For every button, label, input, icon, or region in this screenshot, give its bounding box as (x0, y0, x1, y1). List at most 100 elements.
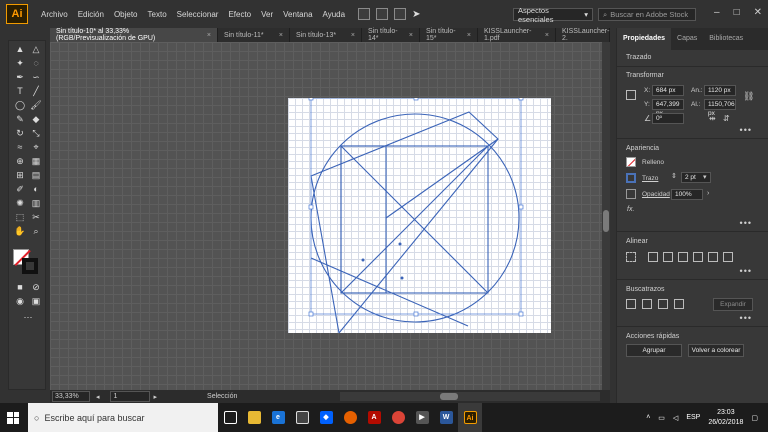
taskbar-app-explorer[interactable] (242, 403, 266, 432)
opacity-field[interactable]: 100% (671, 189, 703, 200)
task-view-button[interactable] (218, 403, 242, 432)
width-tool-icon[interactable]: ≈ (13, 141, 27, 153)
taskbar-app-word[interactable]: W (434, 403, 458, 432)
group-button[interactable]: Agrupar (626, 344, 682, 357)
taskbar-app-edge[interactable]: e (266, 403, 290, 432)
taskbar-app-store[interactable] (290, 403, 314, 432)
tab-capas[interactable]: Capas (671, 28, 703, 50)
perspective-grid-icon[interactable]: ▦ (29, 155, 43, 167)
close-icon[interactable]: × (207, 32, 211, 39)
arrange-documents-icon[interactable] (376, 8, 389, 20)
maximize-icon[interactable]: □ (734, 7, 740, 18)
y-position-field[interactable]: 647,399 px (652, 99, 684, 117)
flip-horizontal-icon[interactable]: ⇹ (709, 114, 716, 123)
hand-tool-icon[interactable]: ✋ (13, 225, 27, 237)
minus-front-icon[interactable] (642, 299, 652, 309)
workspace-dropdown[interactable]: Aspectos esenciales ▾ (513, 6, 593, 24)
send-icon[interactable]: ➤ (412, 9, 420, 20)
more-options-icon[interactable]: ••• (740, 218, 752, 228)
scroll-thumb[interactable] (440, 393, 458, 400)
next-artboard-icon[interactable]: ▸ (154, 393, 158, 401)
chevron-up-icon[interactable]: ˄ (646, 414, 650, 421)
selection-tool-icon[interactable]: ▲ (13, 43, 27, 55)
more-options-icon[interactable]: ••• (740, 125, 752, 135)
align-top-icon[interactable] (693, 252, 703, 262)
symbol-sprayer-icon[interactable]: ✺ (13, 197, 27, 209)
close-icon[interactable]: × (545, 32, 549, 39)
lasso-icon[interactable]: ◌ (29, 57, 43, 69)
input-language[interactable]: ESP (686, 414, 700, 421)
scale-tool-icon[interactable]: ⤡ (29, 127, 43, 139)
close-icon[interactable]: ✕ (754, 7, 762, 18)
canvas-pasteboard[interactable] (50, 42, 610, 390)
menu-ayuda[interactable]: Ayuda (318, 10, 351, 19)
draw-mode-icon[interactable]: ◉ (13, 295, 27, 307)
shaper-tool-icon[interactable]: ✎ (13, 113, 27, 125)
height-field[interactable]: 1150,706 px (704, 99, 736, 117)
more-options-icon[interactable]: ••• (740, 266, 752, 276)
taskbar-search-input[interactable]: ○ Escribe aquí para buscar (28, 403, 218, 432)
align-to-selection-icon[interactable] (626, 252, 636, 262)
network-icon[interactable]: ▭ (658, 414, 665, 422)
curvature-tool-icon[interactable]: ∽ (29, 71, 43, 83)
workspace-switch-icon[interactable] (394, 8, 407, 20)
artboard-tool-icon[interactable]: ⬚ (13, 211, 27, 223)
fx-icon[interactable]: fx. (627, 206, 634, 213)
ellipse-tool-icon[interactable]: ◯ (13, 99, 27, 111)
align-center-horizontal-icon[interactable] (663, 252, 673, 262)
horizontal-scrollbar[interactable] (340, 392, 600, 401)
tab-bibliotecas[interactable]: Bibliotecas (703, 28, 749, 50)
gradient-tool-icon[interactable]: ▤ (29, 169, 43, 181)
width-field[interactable]: 1120 px (704, 85, 736, 96)
tab-kisslauncher-1[interactable]: KISSLauncher-1.pdf × (478, 28, 556, 42)
pen-tool-icon[interactable]: ✒ (13, 71, 27, 83)
menu-archivo[interactable]: Archivo (36, 10, 73, 19)
screen-mode-icon[interactable]: ▣ (29, 295, 43, 307)
fill-swatch-icon[interactable] (626, 157, 636, 167)
menu-texto[interactable]: Texto (143, 10, 172, 19)
align-left-icon[interactable] (648, 252, 658, 262)
menu-ventana[interactable]: Ventana (278, 10, 317, 19)
slice-tool-icon[interactable]: ✂ (29, 211, 43, 223)
artboard[interactable] (288, 98, 551, 333)
align-bottom-icon[interactable] (723, 252, 733, 262)
close-icon[interactable]: × (467, 32, 471, 39)
color-mode-icon[interactable]: ■ (13, 281, 27, 293)
intersect-icon[interactable] (658, 299, 668, 309)
rotate-tool-icon[interactable]: ↻ (13, 127, 27, 139)
tab-doc-10[interactable]: Sin título-10* al 33,33% (RGB/Previsuali… (50, 28, 218, 42)
type-tool-icon[interactable]: T (13, 85, 27, 97)
stroke-swatch-icon[interactable] (626, 173, 636, 183)
tab-kisslauncher-2[interactable]: KISSLauncher-2. (556, 28, 610, 42)
stepper-icon[interactable]: ⇕ (671, 172, 677, 180)
reference-point-icon[interactable] (626, 90, 636, 100)
artboard-number-field[interactable]: 1 (109, 391, 150, 402)
taskbar-app-media[interactable]: ▶ (410, 403, 434, 432)
close-icon[interactable]: × (409, 32, 413, 39)
bridge-icon[interactable] (358, 8, 371, 20)
tab-doc-14[interactable]: Sin título-14* × (362, 28, 420, 42)
eraser-icon[interactable]: ◆ (29, 113, 43, 125)
taskbar-app-chrome[interactable] (386, 403, 410, 432)
free-transform-icon[interactable]: ⌖ (29, 141, 43, 153)
scroll-thumb[interactable] (603, 210, 609, 232)
opacity-label[interactable]: Opacidad (642, 191, 670, 198)
mesh-tool-icon[interactable]: ⊞ (13, 169, 27, 181)
align-center-vertical-icon[interactable] (708, 252, 718, 262)
volume-icon[interactable]: ◁ (673, 414, 678, 422)
notifications-icon[interactable]: ▢ (751, 414, 758, 422)
stock-search-input[interactable]: ⌕ Buscar en Adobe Stock (598, 8, 696, 21)
tab-propiedades[interactable]: Propiedades (617, 28, 672, 50)
direct-selection-tool-icon[interactable]: △ (29, 43, 43, 55)
taskbar-app-acrobat[interactable]: A (362, 403, 386, 432)
rotation-field[interactable]: 0º (652, 113, 684, 124)
menu-efecto[interactable]: Efecto (223, 10, 256, 19)
constrain-proportions-icon[interactable]: ⛓ (743, 91, 754, 102)
edit-toolbar-icon[interactable]: ⋯ (21, 311, 35, 323)
recolor-button[interactable]: Volver a colorear (688, 344, 744, 357)
stroke-color-swatch[interactable] (22, 258, 38, 274)
zoom-level-field[interactable]: 33,33% (52, 391, 90, 402)
menu-edicion[interactable]: Edición (73, 10, 109, 19)
eyedropper-icon[interactable]: ✐ (13, 183, 27, 195)
line-tool-icon[interactable]: ╱ (29, 85, 43, 97)
